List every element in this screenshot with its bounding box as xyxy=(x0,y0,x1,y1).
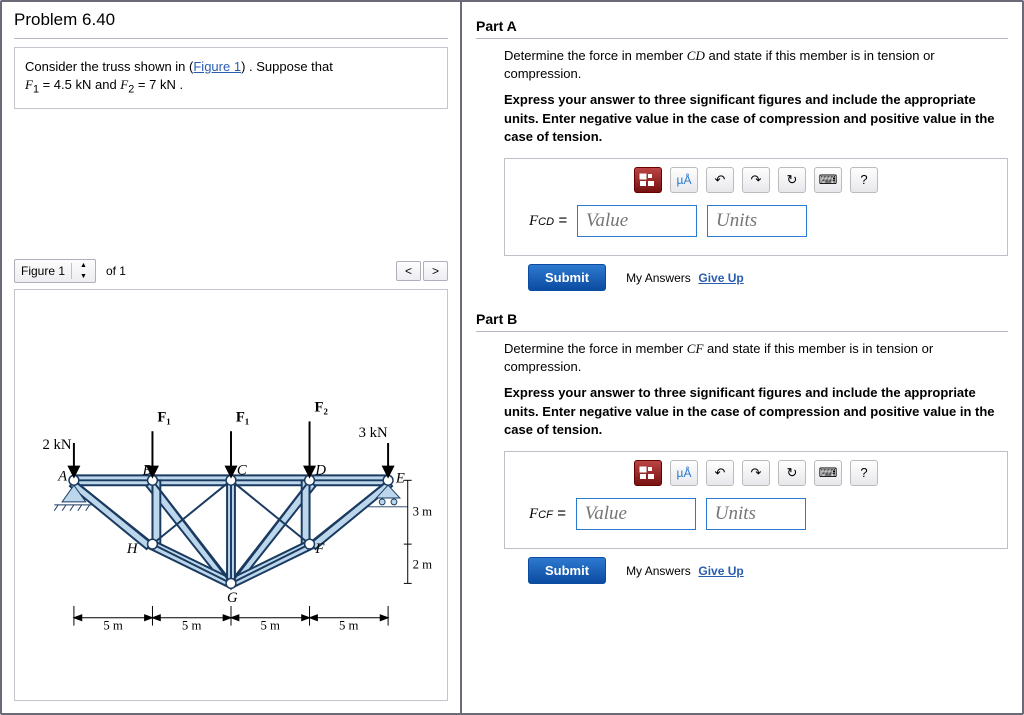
figure-selector[interactable]: Figure 1 ▲▼ xyxy=(14,259,96,283)
undo-button[interactable]: ↶ xyxy=(706,167,734,193)
part-a-header: Part A xyxy=(476,12,1008,39)
svg-text:D: D xyxy=(314,462,326,478)
figure-next-button[interactable]: > xyxy=(423,261,448,281)
figure-panel: 2 kN 3 kN F₁ F₁ F₂ A B C D E H G F xyxy=(14,289,448,701)
my-answers-a: My Answers xyxy=(626,271,691,285)
give-up-link-b[interactable]: Give Up xyxy=(698,564,743,578)
templates-button[interactable] xyxy=(634,460,662,486)
units-input-b[interactable] xyxy=(706,498,806,530)
svg-text:3 m: 3 m xyxy=(413,505,433,519)
value-input-b[interactable] xyxy=(576,498,696,530)
val-f1: = 4.5 kN xyxy=(39,77,91,92)
submit-button-a[interactable]: Submit xyxy=(528,264,606,291)
svg-text:H: H xyxy=(126,541,139,557)
part-a-instructions: Express your answer to three significant… xyxy=(504,91,1008,146)
val-f2: = 7 kN xyxy=(134,77,176,92)
svg-text:5 m: 5 m xyxy=(103,618,123,632)
svg-text:E: E xyxy=(395,470,405,486)
value-input-a[interactable] xyxy=(577,205,697,237)
redo-button[interactable]: ↷ xyxy=(742,460,770,486)
svg-text:5 m: 5 m xyxy=(339,618,359,632)
problem-statement: Consider the truss shown in (Figure 1) .… xyxy=(14,47,448,109)
templates-button[interactable] xyxy=(634,167,662,193)
keyboard-button[interactable]: ⌨ xyxy=(814,460,842,486)
svg-text:F₁: F₁ xyxy=(157,409,170,425)
units-input-a[interactable] xyxy=(707,205,807,237)
part-a-description: Determine the force in member CD and sta… xyxy=(504,47,1008,83)
svg-text:2 m: 2 m xyxy=(413,558,433,572)
svg-text:B: B xyxy=(143,462,152,478)
svg-text:5 m: 5 m xyxy=(182,618,202,632)
svg-text:A: A xyxy=(57,468,68,484)
answer-frame-a: µÅ ↶ ↷ ↻ ⌨ ? FCD = xyxy=(504,158,1008,256)
figure-selector-label: Figure 1 xyxy=(15,262,71,280)
svg-text:2 kN: 2 kN xyxy=(42,437,71,453)
svg-text:F: F xyxy=(314,541,325,557)
reset-button[interactable]: ↻ xyxy=(778,167,806,193)
truss-diagram: 2 kN 3 kN F₁ F₁ F₂ A B C D E H G F xyxy=(15,290,447,700)
var-f1: F xyxy=(25,77,33,92)
statement-text: ) . Suppose that xyxy=(241,59,333,74)
statement-text: Consider the truss shown in ( xyxy=(25,59,193,74)
submit-button-b[interactable]: Submit xyxy=(528,557,606,584)
figure-prev-button[interactable]: < xyxy=(396,261,421,281)
help-button[interactable]: ? xyxy=(850,167,878,193)
problem-title: Problem 6.40 xyxy=(2,2,460,36)
redo-button[interactable]: ↷ xyxy=(742,167,770,193)
and-text: and xyxy=(91,77,120,92)
my-answers-b: My Answers xyxy=(626,564,691,578)
svg-text:3 kN: 3 kN xyxy=(359,425,388,441)
force-label-b: FCF = xyxy=(529,505,566,523)
period: . xyxy=(176,77,183,92)
part-b-instructions: Express your answer to three significant… xyxy=(504,384,1008,439)
undo-button[interactable]: ↶ xyxy=(706,460,734,486)
units-button[interactable]: µÅ xyxy=(670,460,698,486)
force-label-a: FCD = xyxy=(529,212,567,230)
divider xyxy=(14,38,448,39)
svg-text:C: C xyxy=(237,462,247,478)
spinner-icon[interactable]: ▲▼ xyxy=(72,260,95,282)
svg-text:5 m: 5 m xyxy=(260,618,280,632)
figure-count: of 1 xyxy=(98,262,134,280)
svg-text:F₂: F₂ xyxy=(314,400,328,416)
figure-link[interactable]: Figure 1 xyxy=(193,59,241,74)
svg-text:G: G xyxy=(227,590,238,606)
give-up-link-a[interactable]: Give Up xyxy=(698,271,743,285)
svg-text:F₁: F₁ xyxy=(236,409,249,425)
reset-button[interactable]: ↻ xyxy=(778,460,806,486)
keyboard-button[interactable]: ⌨ xyxy=(814,167,842,193)
units-button[interactable]: µÅ xyxy=(670,167,698,193)
help-button[interactable]: ? xyxy=(850,460,878,486)
answer-frame-b: µÅ ↶ ↷ ↻ ⌨ ? FCF = xyxy=(504,451,1008,549)
part-b-description: Determine the force in member CF and sta… xyxy=(504,340,1008,376)
part-b-header: Part B xyxy=(476,305,1008,332)
